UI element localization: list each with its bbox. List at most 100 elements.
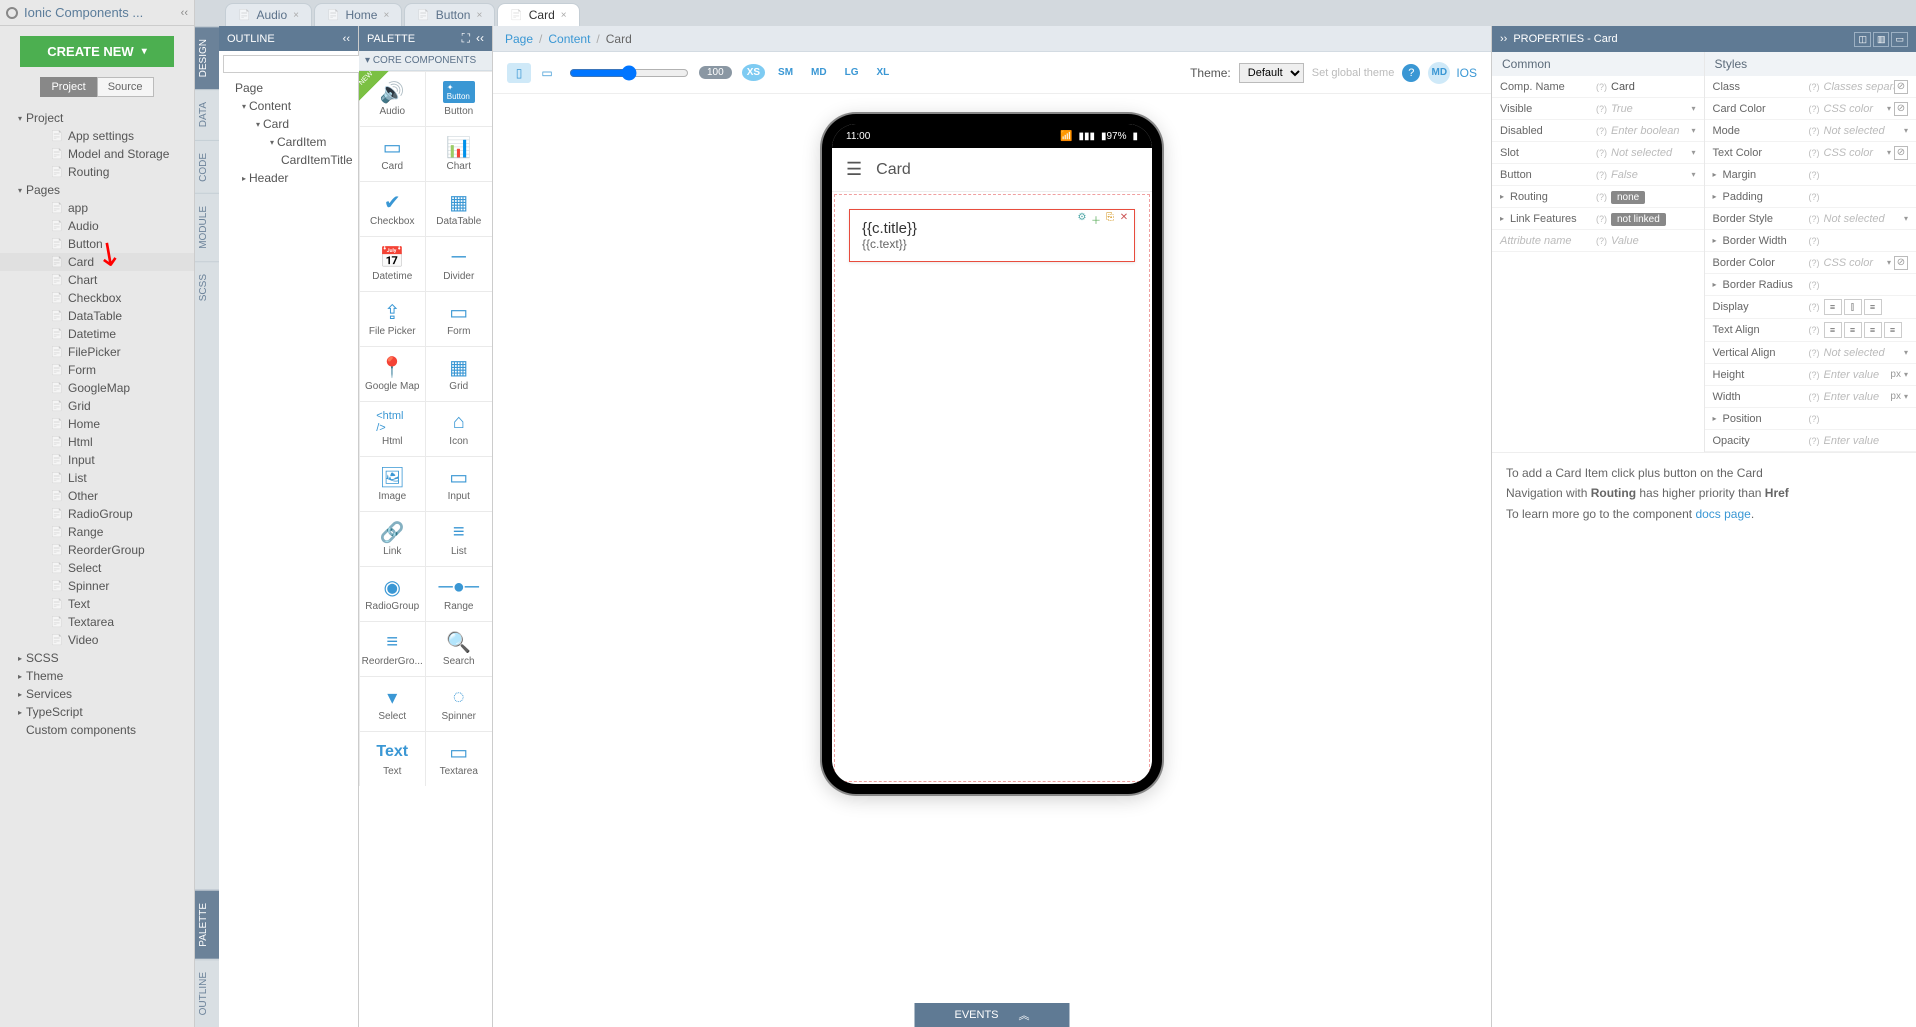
platform-ios-link[interactable]: IOS (1456, 66, 1477, 80)
tree-node-button[interactable]: Button (0, 235, 194, 253)
prop-input[interactable] (1824, 147, 1887, 159)
palette-item-checkbox[interactable]: ✔Checkbox (359, 181, 426, 237)
palette-item-button[interactable]: ✦ ButtonButton (425, 71, 492, 127)
prop-input[interactable] (1611, 125, 1691, 137)
align-left-icon[interactable]: ≡ (1824, 299, 1842, 315)
tree-node-routing[interactable]: Routing (0, 163, 194, 181)
outline-search-input[interactable] (223, 55, 375, 73)
outline-collapse-icon[interactable]: ‹‹ (343, 33, 350, 45)
help-icon[interactable]: (?) (1809, 148, 1820, 158)
tree-node-chart[interactable]: Chart (0, 271, 194, 289)
palette-item-chart[interactable]: 📊Chart (425, 126, 492, 182)
device-tablet-icon[interactable]: ▭ (535, 63, 559, 83)
layout-single-icon[interactable]: ▭ (1891, 32, 1908, 47)
phone-content-area[interactable]: ⚙ ＋ ⎘ ✕ {{c.title}} {{c.text}} (834, 194, 1150, 782)
help-icon[interactable]: (?) (1596, 82, 1607, 92)
zoom-slider[interactable] (569, 65, 689, 81)
hamburger-icon[interactable]: ☰ (846, 159, 862, 180)
palette-item-html[interactable]: <html />Html (359, 401, 426, 457)
outline-header[interactable]: ▸Header (219, 169, 358, 187)
help-icon[interactable]: (?) (1809, 370, 1820, 380)
tab-button[interactable]: Button× (404, 3, 495, 26)
breadcrumb-content[interactable]: Content (548, 32, 590, 46)
palette-expand-icon[interactable]: ⛶ (462, 31, 470, 46)
prop-input[interactable] (1824, 257, 1887, 269)
tree-node-theme[interactable]: ▸Theme (0, 667, 194, 685)
dropdown-icon[interactable]: ▾ (1887, 258, 1891, 267)
prop-badge[interactable]: not linked (1611, 213, 1666, 226)
outline-page[interactable]: Page (219, 79, 358, 97)
tree-node-select[interactable]: Select (0, 559, 194, 577)
tree-node-audio[interactable]: Audio (0, 217, 194, 235)
help-icon[interactable]: (?) (1809, 392, 1820, 402)
help-icon[interactable]: (?) (1596, 236, 1607, 246)
create-new-button[interactable]: CREATE NEW ▾ (20, 36, 174, 67)
tab-audio[interactable]: Audio× (225, 3, 312, 26)
side-tab-module[interactable]: MODULE (195, 193, 219, 261)
palette-item-image[interactable]: 🖼Image (359, 456, 426, 512)
palette-item-textarea[interactable]: ▭Textarea (425, 731, 492, 787)
prop-input[interactable] (1611, 81, 1696, 93)
help-icon[interactable]: (?) (1596, 148, 1607, 158)
tree-node-typescript[interactable]: ▸TypeScript (0, 703, 194, 721)
tab-close-icon[interactable]: × (293, 10, 299, 21)
tree-node-form[interactable]: Form (0, 361, 194, 379)
help-icon[interactable]: (?) (1596, 192, 1607, 202)
help-icon[interactable]: (?) (1809, 126, 1820, 136)
properties-collapse-icon[interactable]: ›› (1500, 33, 1507, 45)
tree-node-video[interactable]: Video (0, 631, 194, 649)
help-icon[interactable]: (?) (1809, 436, 1820, 446)
prop-input[interactable] (1611, 103, 1691, 115)
help-icon[interactable]: (?) (1596, 214, 1607, 224)
tree-node-input[interactable]: Input (0, 451, 194, 469)
clear-icon[interactable]: ⊘ (1894, 80, 1908, 94)
tree-node-list[interactable]: List (0, 469, 194, 487)
prop-input[interactable] (1824, 125, 1904, 137)
tree-node-project[interactable]: ▾Project (0, 109, 194, 127)
dropdown-icon[interactable]: ▾ (1691, 148, 1695, 157)
bp-lg[interactable]: LG (840, 64, 864, 81)
set-global-theme-link[interactable]: Set global theme (1312, 67, 1395, 79)
help-icon[interactable]: (?) (1809, 280, 1820, 290)
tree-node-card[interactable]: Card (0, 253, 194, 271)
tree-node-text[interactable]: Text (0, 595, 194, 613)
device-phone-icon[interactable]: ▯ (507, 63, 531, 83)
prop-input[interactable] (1824, 369, 1891, 381)
palette-item-audio[interactable]: 🔊Audio (359, 71, 426, 127)
align-center-icon[interactable]: ⫿ (1844, 299, 1862, 315)
help-icon[interactable]: (?) (1809, 302, 1820, 312)
tab-close-icon[interactable]: × (476, 10, 482, 21)
expand-icon[interactable]: ▸ (1500, 192, 1510, 201)
tree-node-datatable[interactable]: DataTable (0, 307, 194, 325)
prop-input[interactable] (1824, 347, 1904, 359)
text-left-icon[interactable]: ≡ (1824, 322, 1842, 338)
tree-node-spinner[interactable]: Spinner (0, 577, 194, 595)
palette-item-text[interactable]: TextText (359, 731, 426, 787)
text-center-icon[interactable]: ≡ (1844, 322, 1862, 338)
clear-icon[interactable]: ⊘ (1894, 102, 1908, 116)
expand-icon[interactable]: ▸ (1713, 236, 1723, 245)
side-tab-code[interactable]: CODE (195, 140, 219, 194)
tree-node-home[interactable]: Home (0, 415, 194, 433)
dropdown-icon[interactable]: ▾ (1691, 170, 1695, 179)
palette-item-grid[interactable]: ▦Grid (425, 346, 492, 402)
help-icon[interactable]: (?) (1596, 170, 1607, 180)
tree-node-html[interactable]: Html (0, 433, 194, 451)
outline-content[interactable]: ▾Content (219, 97, 358, 115)
prop-input[interactable] (1824, 213, 1904, 225)
card-item-text[interactable]: {{c.text}} (862, 237, 1122, 251)
card-add-icon[interactable]: ＋ (1090, 212, 1102, 227)
palette-item-search[interactable]: 🔍Search (425, 621, 492, 677)
outline-carditemtitle[interactable]: CardItemTitle (219, 151, 358, 169)
side-tab-scss[interactable]: SCSS (195, 261, 219, 313)
palette-item-form[interactable]: ▭Form (425, 291, 492, 347)
help-icon[interactable]: ? (1402, 64, 1420, 82)
layout-split-icon[interactable]: ◫ (1854, 32, 1871, 47)
outline-carditem[interactable]: ▾CardItem (219, 133, 358, 151)
card-delete-icon[interactable]: ✕ (1118, 212, 1130, 227)
help-icon[interactable]: (?) (1809, 170, 1820, 180)
unit-dropdown-icon[interactable]: ▾ (1904, 392, 1908, 401)
dropdown-icon[interactable]: ▾ (1904, 126, 1908, 135)
help-icon[interactable]: (?) (1809, 348, 1820, 358)
palette-item-input[interactable]: ▭Input (425, 456, 492, 512)
